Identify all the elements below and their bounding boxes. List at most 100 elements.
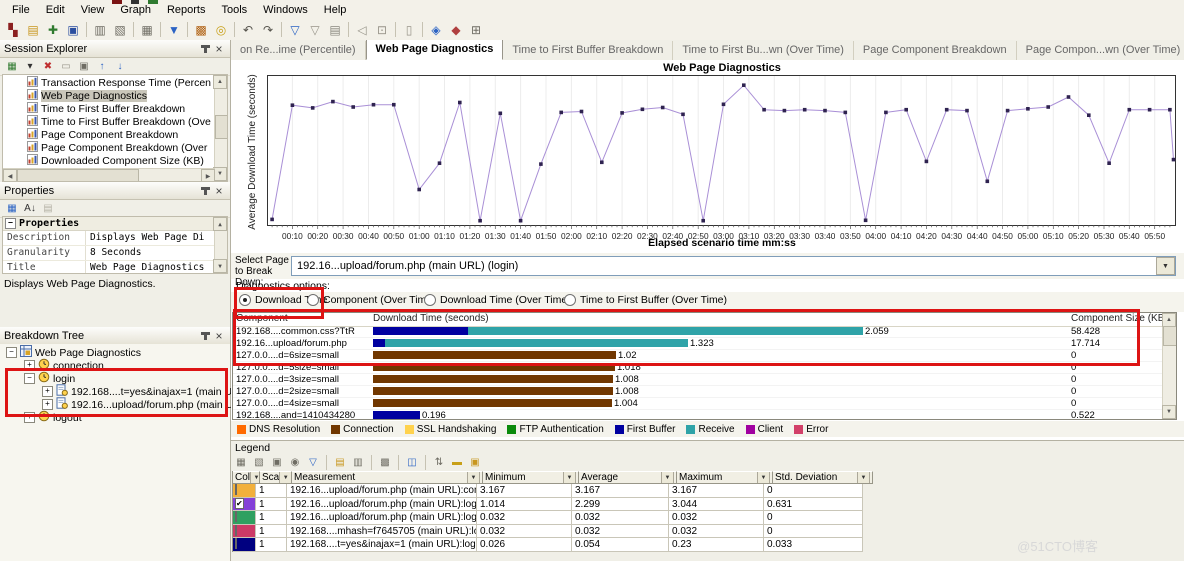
component-row[interactable]: 127.0.0....d=5size=small1.0180 bbox=[233, 362, 1163, 374]
menu-edit[interactable]: Edit bbox=[38, 2, 73, 18]
column-filter-dropdown-icon[interactable] bbox=[661, 471, 674, 484]
component-row[interactable]: 127.0.0....d=6size=small1.020 bbox=[233, 350, 1163, 362]
scroll-right-icon[interactable] bbox=[201, 169, 215, 182]
hide-all-measurements-icon[interactable]: ▧ bbox=[251, 456, 267, 470]
rename-item-icon[interactable]: ▭ bbox=[58, 60, 74, 74]
tab-on-re-ime-percentile-[interactable]: on Re...ime (Percentile) bbox=[231, 41, 366, 60]
property-pages-icon[interactable]: ▤ bbox=[40, 202, 56, 216]
redo-icon[interactable]: ↷ bbox=[258, 21, 278, 38]
add-graph-icon[interactable]: ✚ bbox=[43, 21, 63, 38]
column-filter-dropdown-icon[interactable] bbox=[857, 471, 870, 484]
filter-icon[interactable]: ▼ bbox=[164, 21, 184, 38]
breakdown-tree-node[interactable]: +192.16...upload/forum.php (main URL) bbox=[0, 398, 230, 411]
session-tree-vertical-scrollbar[interactable] bbox=[214, 75, 227, 181]
web-page-breakdown-icon[interactable]: ◫ bbox=[404, 456, 420, 470]
cross-result-icon[interactable]: ◆ bbox=[446, 21, 466, 38]
menu-help[interactable]: Help bbox=[316, 2, 355, 18]
expander-icon[interactable]: − bbox=[6, 347, 17, 358]
measurement-color-cell[interactable] bbox=[233, 525, 256, 539]
scroll-up-icon[interactable] bbox=[213, 217, 227, 231]
close-icon[interactable] bbox=[212, 184, 226, 197]
menu-tools[interactable]: Tools bbox=[213, 2, 255, 18]
property-row[interactable]: Granularity8 Seconds bbox=[3, 246, 215, 261]
granularity-icon[interactable]: ▩ bbox=[191, 21, 211, 38]
scroll-up-icon[interactable] bbox=[1162, 313, 1176, 327]
tab-time-to-first-buffer-breakdown[interactable]: Time to First Buffer Breakdown bbox=[503, 41, 673, 60]
pin-icon[interactable] bbox=[198, 329, 212, 342]
legend-row[interactable]: 1192.16...upload/forum.php (main URL):lo… bbox=[233, 498, 841, 512]
new-item-dropdown-icon[interactable]: ▾ bbox=[22, 60, 38, 74]
show-selected-icon[interactable]: ▣ bbox=[269, 456, 285, 470]
scroll-down-icon[interactable] bbox=[213, 259, 227, 273]
column-filter-dropdown-icon[interactable] bbox=[467, 471, 480, 484]
duplicate-item-icon[interactable]: ▣ bbox=[76, 60, 92, 74]
open-session-icon[interactable]: ▤ bbox=[23, 21, 43, 38]
column-filter-dropdown-icon[interactable] bbox=[279, 471, 292, 484]
scroll-down-icon[interactable] bbox=[213, 167, 227, 181]
new-item-icon[interactable]: ▦ bbox=[4, 60, 20, 74]
pin-icon[interactable] bbox=[198, 184, 212, 197]
copy-window-icon[interactable]: ▥ bbox=[90, 21, 110, 38]
clear-filter-icon[interactable]: ▽ bbox=[305, 21, 325, 38]
measurement-checkbox[interactable] bbox=[235, 538, 237, 549]
menu-file[interactable]: File bbox=[4, 2, 38, 18]
measurement-checkbox[interactable] bbox=[235, 511, 237, 522]
column-filter-dropdown-icon[interactable] bbox=[250, 471, 260, 484]
close-icon[interactable] bbox=[212, 329, 226, 342]
page-setup-icon[interactable]: ▯ bbox=[399, 21, 419, 38]
properties-group-row[interactable]: Properties bbox=[3, 217, 227, 231]
tab-page-compon-wn-over-time-[interactable]: Page Compon...wn (Over Time) bbox=[1017, 41, 1184, 60]
delete-item-icon[interactable]: ✖ bbox=[40, 60, 56, 74]
scroll-left-icon[interactable] bbox=[3, 169, 17, 182]
radio-component-over-time-[interactable]: Component (Over Time) bbox=[307, 294, 436, 306]
expander-icon[interactable]: − bbox=[24, 373, 35, 384]
column-filter-dropdown-icon[interactable] bbox=[563, 471, 576, 484]
analysis-summary-icon[interactable]: ▚ bbox=[3, 21, 23, 38]
save-legend-template-icon[interactable]: ▣ bbox=[467, 456, 483, 470]
apply-filter-icon[interactable]: ▽ bbox=[285, 21, 305, 38]
component-row[interactable]: 127.0.0....d=3size=small1.0080 bbox=[233, 374, 1163, 386]
legend-column-header-maximum[interactable]: Maximum bbox=[677, 471, 773, 484]
expander-icon[interactable]: + bbox=[24, 412, 35, 423]
menu-view[interactable]: View bbox=[73, 2, 113, 18]
session-explorer-item[interactable]: Web Page Diagnostics bbox=[3, 89, 214, 102]
tab-page-component-breakdown[interactable]: Page Component Breakdown bbox=[854, 41, 1017, 60]
legend-column-header-measurement[interactable]: Measurement bbox=[292, 471, 483, 484]
session-tree-horizontal-scrollbar[interactable] bbox=[3, 168, 215, 181]
scroll-up-icon[interactable] bbox=[213, 75, 227, 89]
tab-web-page-diagnostics[interactable]: Web Page Diagnostics bbox=[366, 40, 504, 60]
legend-column-header-col[interactable]: Col bbox=[233, 471, 260, 484]
measurement-color-cell[interactable] bbox=[233, 538, 256, 552]
legend-column-header-average[interactable]: Average bbox=[579, 471, 677, 484]
session-explorer-item[interactable]: Page Component Breakdown (Over bbox=[3, 141, 214, 154]
measurement-color-cell[interactable] bbox=[233, 498, 256, 512]
legend-column-header-minimum[interactable]: Minimum bbox=[483, 471, 579, 484]
zoom-icon[interactable]: ◎ bbox=[211, 21, 231, 38]
measurement-color-cell[interactable] bbox=[233, 511, 256, 525]
legend-row[interactable]: 1192.168....mhash=f7645705 (main URL):lo… bbox=[233, 525, 841, 539]
breakdown-tree-node[interactable]: −Web Page Diagnostics bbox=[0, 346, 230, 359]
session-explorer-item[interactable]: Time to First Buffer Breakdown (Ove bbox=[3, 115, 214, 128]
legend-column-header-std-deviation[interactable]: Std. Deviation bbox=[773, 471, 873, 484]
duplicate-measurement-icon[interactable]: ▩ bbox=[377, 456, 393, 470]
component-row[interactable]: 192.16...upload/forum.php1.32317.714 bbox=[233, 338, 1163, 350]
component-row[interactable]: 192.168....common.css?TtR2.05958.428 bbox=[233, 326, 1163, 338]
menu-windows[interactable]: Windows bbox=[255, 2, 316, 18]
filter-legend-icon[interactable]: ▽ bbox=[305, 456, 321, 470]
session-explorer-item[interactable]: Downloaded Component Size (KB) bbox=[3, 154, 214, 167]
radio-button-icon[interactable] bbox=[307, 294, 319, 306]
drill-down-icon[interactable]: ◈ bbox=[426, 21, 446, 38]
expander-icon[interactable]: + bbox=[42, 386, 53, 397]
chart-plot-area[interactable]: 00:1000:2000:3000:4000:5001:0001:1001:20… bbox=[267, 75, 1177, 248]
legend-row[interactable]: 1192.16...upload/forum.php (main URL):co… bbox=[233, 484, 841, 498]
close-icon[interactable] bbox=[212, 42, 226, 55]
measurement-checkbox[interactable] bbox=[235, 484, 237, 495]
legend-row[interactable]: 1192.168....t=yes&inajax=1 (main URL):lo… bbox=[233, 538, 841, 552]
save-session-icon[interactable]: ▣ bbox=[63, 21, 83, 38]
undo-icon[interactable]: ↶ bbox=[238, 21, 258, 38]
radio-button-icon[interactable] bbox=[239, 294, 251, 306]
column-filter-dropdown-icon[interactable] bbox=[757, 471, 770, 484]
component-table-scrollbar[interactable] bbox=[1162, 313, 1176, 419]
measurement-options-icon[interactable]: ▥ bbox=[350, 456, 366, 470]
breakdown-tree-node[interactable]: +connection bbox=[0, 359, 230, 372]
